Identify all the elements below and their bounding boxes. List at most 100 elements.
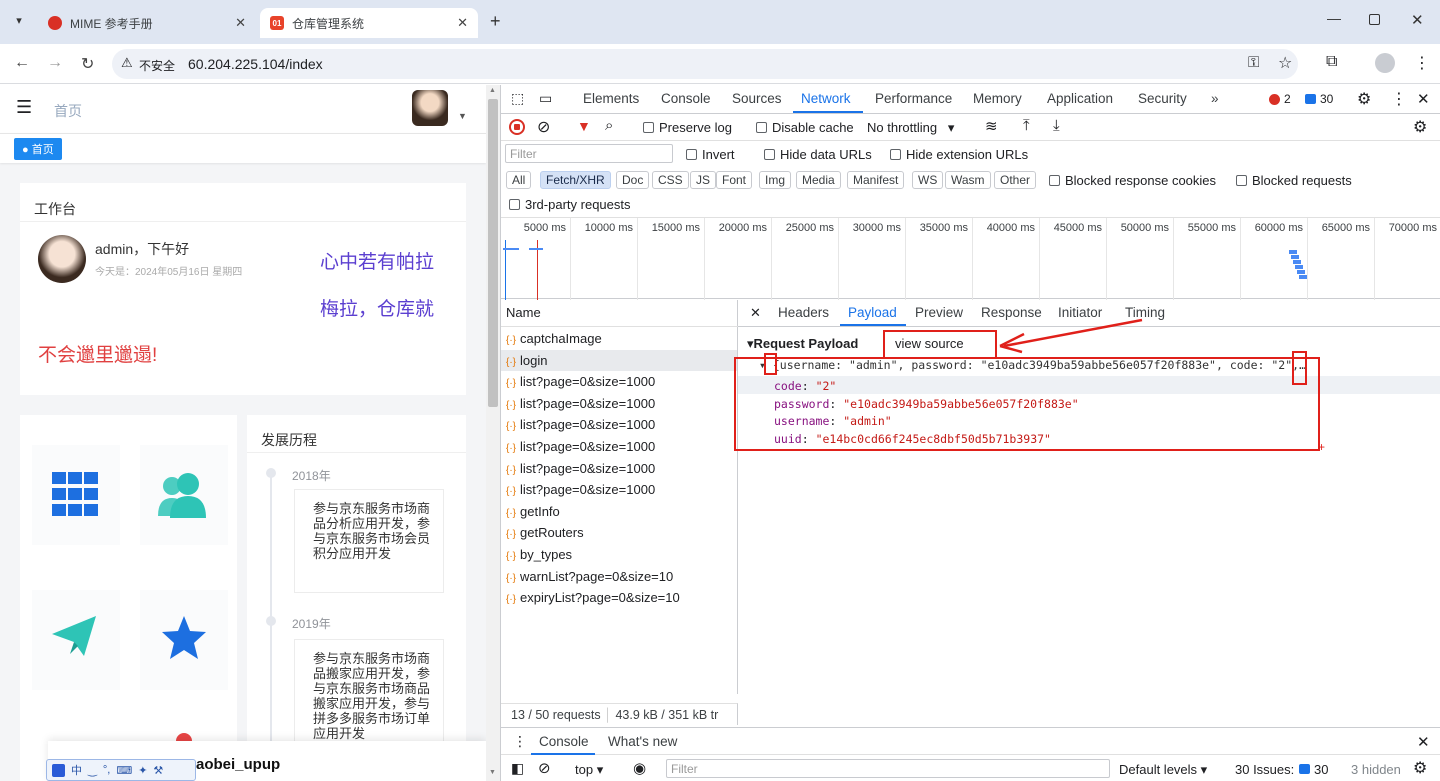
console-filter-input[interactable]: Filter	[666, 759, 1110, 778]
minimize-window-icon[interactable]: —	[1327, 10, 1341, 26]
page-scrollbar[interactable]: ▲ ▼	[486, 85, 500, 781]
close-detail-icon[interactable]: ✕	[750, 305, 761, 321]
request-row[interactable]: {·} list?page=0&size=1000	[501, 371, 737, 393]
detail-tab-payload[interactable]: Payload	[848, 305, 897, 320]
ime-mode[interactable]: 中	[71, 762, 82, 778]
drawer-tab-console[interactable]: Console	[539, 734, 589, 749]
shortcut-send[interactable]	[32, 590, 120, 690]
ime-toolbar[interactable]: 中 ‿ °, ⌨ ✦ ⚒	[46, 759, 196, 781]
devtools-menu-icon[interactable]: ⋮	[1391, 89, 1407, 109]
url-text[interactable]: 60.204.225.104/index	[188, 56, 323, 72]
search-icon[interactable]: ⌕	[605, 117, 613, 134]
request-row[interactable]: {·} login	[501, 349, 737, 372]
ime-moon-icon[interactable]: ‿	[88, 764, 97, 777]
log-levels-select[interactable]: Default levels ▾	[1119, 762, 1207, 778]
type-img[interactable]: Img	[759, 171, 792, 189]
profile-avatar-icon[interactable]	[1375, 53, 1395, 73]
scroll-down-icon[interactable]: ▼	[489, 769, 496, 776]
type-media[interactable]: Media	[796, 171, 841, 189]
error-icon[interactable]	[1269, 94, 1280, 105]
sidebar-toggle-icon[interactable]: ◧	[511, 760, 524, 777]
close-drawer-icon[interactable]: ✕	[1417, 733, 1430, 751]
shortcut-users[interactable]	[140, 445, 228, 545]
type-ws[interactable]: WS	[912, 171, 944, 189]
drawer-tab-whats-new[interactable]: What's new	[608, 734, 677, 749]
close-tab-icon[interactable]: ✕	[457, 15, 468, 31]
forward-icon[interactable]: →	[47, 54, 63, 72]
type-all[interactable]: All	[506, 171, 532, 189]
record-stop-icon[interactable]	[509, 119, 525, 135]
address-bar[interactable]: ⚠ 不安全 60.204.225.104/index ⚿ ☆	[112, 49, 1298, 79]
maximize-window-icon[interactable]	[1369, 14, 1380, 25]
settings-gear-icon[interactable]: ⚙	[1357, 89, 1371, 109]
ime-tools-icon[interactable]: ⚒	[153, 764, 163, 777]
close-tab-icon[interactable]: ✕	[235, 15, 246, 31]
issues-label[interactable]: 30 Issues:	[1235, 762, 1294, 777]
request-row[interactable]: {·} warnList?page=0&size=10	[501, 566, 737, 588]
blocked-requests-checkbox[interactable]: Blocked requests	[1236, 173, 1352, 188]
tab-network[interactable]: Network	[801, 91, 851, 106]
extensions-icon[interactable]: ⧉	[1326, 53, 1337, 71]
issues-count[interactable]: 30	[1314, 762, 1328, 777]
type-font[interactable]: Font	[716, 171, 753, 189]
tab-elements[interactable]: Elements	[583, 91, 639, 106]
back-icon[interactable]: ←	[14, 54, 30, 72]
password-key-icon[interactable]: ⚿	[1248, 54, 1259, 71]
filter-funnel-icon[interactable]: ▼	[577, 118, 591, 134]
error-count[interactable]: 2	[1284, 92, 1291, 106]
device-toolbar-icon[interactable]: ▭	[539, 90, 552, 107]
request-row[interactable]: {·} list?page=0&size=1000	[501, 436, 737, 458]
message-count[interactable]: 30	[1320, 92, 1333, 106]
type-fetch-xhr[interactable]: Fetch/XHR	[540, 171, 611, 189]
import-har-icon[interactable]: ⤒	[1023, 117, 1030, 134]
ime-skin-icon[interactable]: ✦	[138, 764, 147, 777]
network-overview[interactable]: 5000 ms 10000 ms 15000 ms 20000 ms 25000 ms 3…	[501, 217, 1440, 300]
filter-input[interactable]: Filter	[505, 144, 673, 163]
tag-home[interactable]: ● 首页	[14, 138, 62, 160]
request-row[interactable]: {·} captchaImage	[501, 328, 737, 350]
ime-punct-icon[interactable]: °,	[103, 764, 110, 776]
reload-icon[interactable]: ↻	[81, 54, 94, 74]
breadcrumb[interactable]: 首页	[54, 101, 82, 121]
detail-tab-headers[interactable]: Headers	[778, 305, 829, 320]
bookmark-star-icon[interactable]: ☆	[1278, 53, 1292, 73]
third-party-checkbox[interactable]: 3rd-party requests	[509, 197, 631, 212]
tab-security[interactable]: Security	[1138, 91, 1187, 106]
type-js[interactable]: JS	[690, 171, 717, 189]
network-settings-icon[interactable]: ⚙	[1413, 117, 1427, 137]
close-window-icon[interactable]: ✕	[1411, 11, 1424, 29]
shortcut-star[interactable]	[140, 590, 228, 690]
message-icon[interactable]	[1305, 94, 1316, 104]
type-manifest[interactable]: Manifest	[847, 171, 905, 189]
chevron-down-icon[interactable]: ▼	[458, 111, 467, 121]
console-settings-icon[interactable]: ⚙	[1413, 758, 1427, 778]
request-row[interactable]: {·} expiryList?page=0&size=10	[501, 587, 737, 609]
live-expression-eye-icon[interactable]: ◉	[633, 759, 646, 777]
drawer-menu-icon[interactable]: ⋮	[513, 733, 527, 750]
clear-console-icon[interactable]: ⊘	[538, 759, 551, 777]
ime-keyboard-icon[interactable]: ⌨	[116, 764, 132, 777]
context-select[interactable]: top ▾	[575, 762, 603, 778]
preserve-log-checkbox[interactable]: Preserve log	[643, 120, 732, 135]
tab-search-dropdown[interactable]: ▾	[10, 12, 28, 30]
hide-data-urls-checkbox[interactable]: Hide data URLs	[764, 147, 872, 162]
type-doc[interactable]: Doc	[616, 171, 650, 189]
scrollbar-thumb[interactable]	[488, 99, 498, 407]
new-tab-button[interactable]: +	[490, 11, 501, 32]
ime-logo-icon[interactable]	[52, 763, 65, 777]
tab-sources[interactable]: Sources	[732, 91, 782, 106]
browser-menu-icon[interactable]: ⋮	[1414, 53, 1430, 73]
shortcut-grid[interactable]	[32, 445, 120, 545]
clear-icon[interactable]: ⊘	[537, 117, 550, 137]
type-wasm[interactable]: Wasm	[945, 171, 991, 189]
request-row[interactable]: {·} by_types	[501, 544, 737, 566]
hidden-count[interactable]: 3 hidden	[1351, 762, 1401, 777]
browser-tab-mime[interactable]: MIME 参考手册 ✕	[38, 8, 256, 38]
request-row[interactable]: {·} list?page=0&size=1000	[501, 479, 737, 501]
request-row[interactable]: {·} getInfo	[501, 501, 737, 523]
export-har-icon[interactable]: ⤓	[1053, 117, 1060, 134]
close-devtools-icon[interactable]: ✕	[1417, 90, 1430, 108]
inspect-element-icon[interactable]: ⬚	[511, 90, 524, 107]
request-row[interactable]: {·} list?page=0&size=1000	[501, 414, 737, 436]
hide-extension-urls-checkbox[interactable]: Hide extension URLs	[890, 147, 1028, 162]
